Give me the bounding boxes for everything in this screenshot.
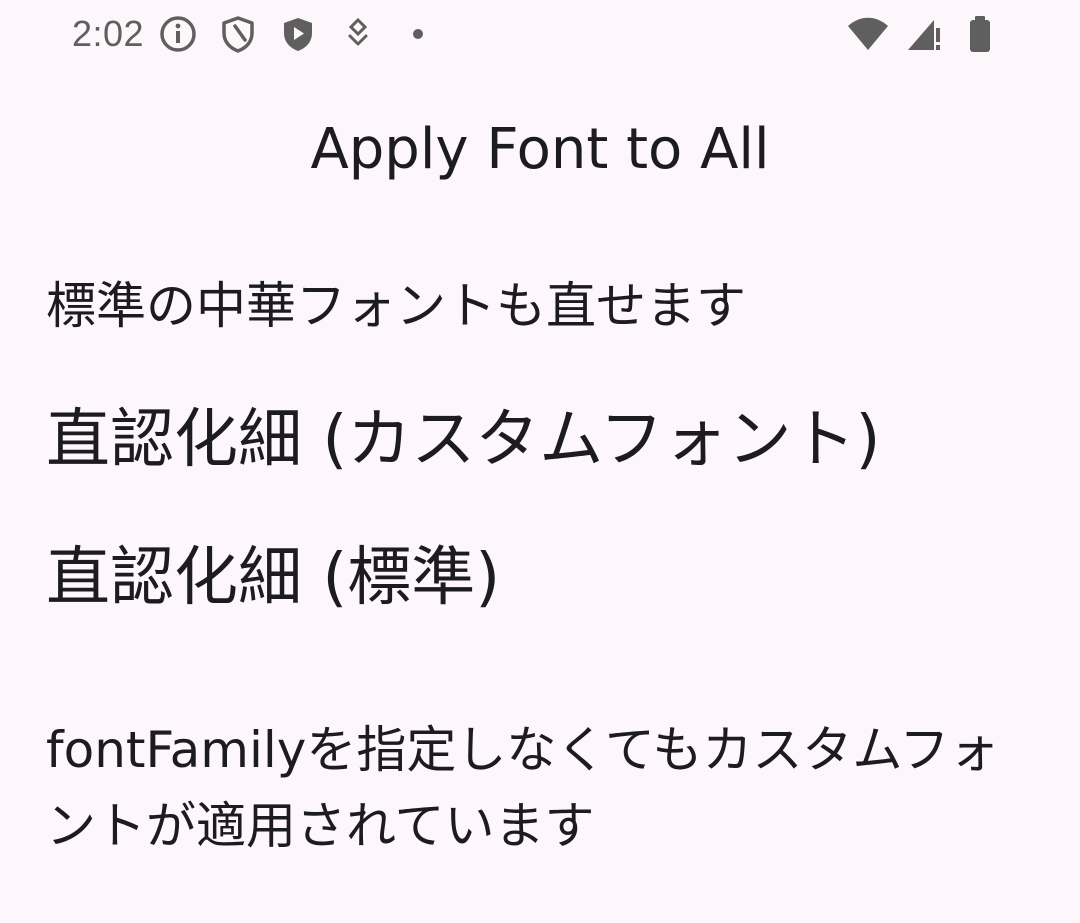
custom-font-sample-text: 直認化細 (カスタムフォント)	[46, 403, 881, 477]
location-pin-icon	[336, 12, 380, 56]
dot-icon	[396, 12, 440, 56]
status-time: 2:02	[72, 13, 145, 54]
status-left: 2:02	[72, 12, 456, 56]
standard-font-sample-text: 直認化細 (標準)	[46, 541, 501, 615]
status-right	[840, 12, 1008, 56]
shield-play-icon	[276, 12, 320, 56]
standard-font-fix-text: 標準の中華フォントも直せます	[46, 277, 746, 335]
battery-icon	[958, 12, 1002, 56]
status-bar: 2:02	[0, 0, 1080, 70]
font-family-note-text: fontFamilyを指定しなくてもカスタムフォントが適用されています	[46, 721, 1000, 855]
wifi-icon	[846, 12, 890, 56]
cellular-signal-icon	[902, 12, 946, 56]
app-title: Apply Font to All	[310, 117, 770, 182]
info-icon	[156, 12, 200, 56]
shield-outline-icon	[216, 12, 260, 56]
